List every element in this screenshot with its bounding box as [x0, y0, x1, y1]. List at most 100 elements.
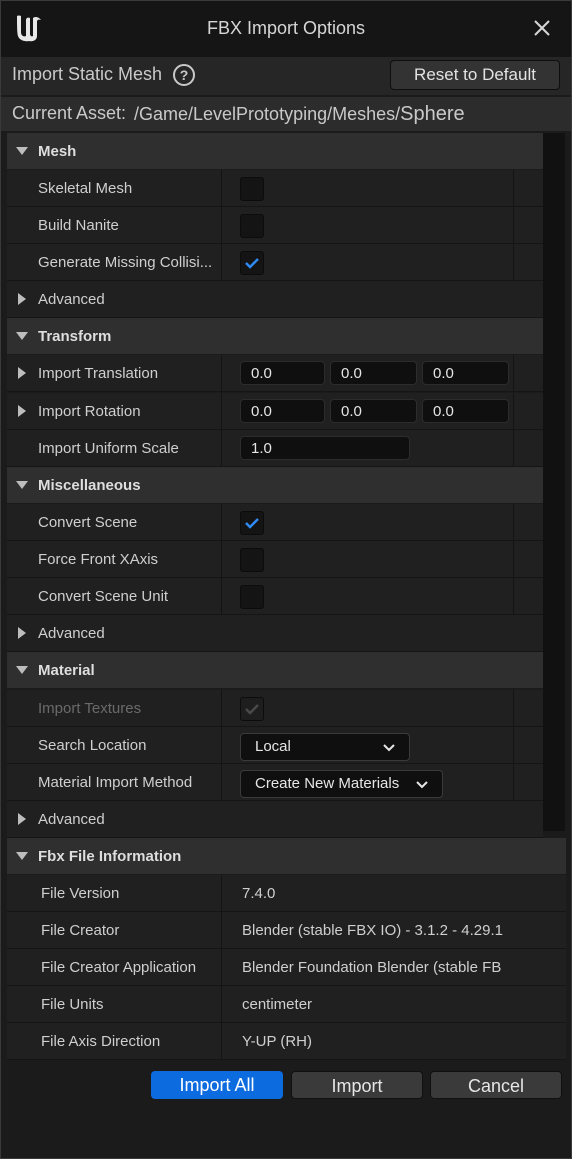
row-mesh-advanced[interactable]: Advanced: [7, 281, 543, 318]
uniform-scale-input[interactable]: 1.0: [240, 436, 410, 460]
row-import-rotation: Import Rotation 0.0 0.0 0.0: [7, 393, 543, 430]
info-label: File Units: [41, 996, 104, 1013]
info-label: File Creator Application: [41, 959, 197, 976]
reset-to-default-button[interactable]: Reset to Default: [390, 60, 560, 90]
section-material[interactable]: Material: [7, 652, 543, 688]
expand-arrow-icon[interactable]: [18, 813, 26, 825]
info-value: Blender Foundation Blender (stable FB: [242, 959, 502, 976]
info-label: File Axis Direction: [41, 1033, 161, 1050]
import-all-button[interactable]: Import All: [151, 1071, 283, 1099]
info-value: centimeter: [242, 996, 313, 1013]
row-import-uniform-scale: Import Uniform Scale 1.0: [7, 430, 543, 467]
asset-name: Sphere: [400, 103, 465, 125]
rotation-z-input[interactable]: 0.0: [422, 399, 509, 423]
row-import-translation: Import Translation 0.0 0.0 0.0: [7, 355, 543, 392]
skeletal-mesh-checkbox[interactable]: [240, 177, 264, 201]
material-import-method-dropdown[interactable]: Create New Materials: [240, 770, 443, 798]
info-value: Y-UP (RH): [242, 1033, 313, 1050]
checkmark-icon: [245, 704, 259, 715]
collapse-arrow-icon[interactable]: [16, 147, 28, 155]
translation-x-input[interactable]: 0.0: [240, 361, 325, 385]
section-title: Miscellaneous: [38, 477, 141, 494]
help-icon[interactable]: ?: [173, 64, 195, 86]
import-button[interactable]: Import: [291, 1071, 423, 1099]
info-label: File Creator: [41, 922, 120, 939]
row-misc-advanced[interactable]: Advanced: [7, 615, 543, 652]
row-material-import-method: Material Import Method Create New Materi…: [7, 764, 543, 801]
convert-scene-unit-checkbox[interactable]: [240, 585, 264, 609]
row-force-front-xaxis: Force Front XAxis: [7, 541, 543, 578]
row-import-textures: Import Textures: [7, 690, 543, 727]
collapse-arrow-icon[interactable]: [16, 852, 28, 860]
info-value: 7.4.0: [242, 885, 276, 902]
collapse-arrow-icon[interactable]: [16, 666, 28, 674]
details-scrollbar[interactable]: [543, 133, 565, 831]
convert-scene-checkbox[interactable]: [240, 511, 264, 535]
row-search-location: Search Location Local: [7, 727, 543, 764]
cancel-button[interactable]: Cancel: [430, 1071, 562, 1099]
property-label: Search Location: [38, 737, 147, 754]
chevron-down-icon: [416, 781, 428, 789]
expand-arrow-icon[interactable]: [18, 367, 26, 379]
rotation-y-input[interactable]: 0.0: [330, 399, 417, 423]
import-type-label: Import Static Mesh: [12, 64, 163, 84]
property-label: Force Front XAxis: [38, 551, 159, 568]
section-mesh[interactable]: Mesh: [7, 133, 543, 169]
info-row-file-version: File Version 7.4.0: [7, 875, 566, 912]
generate-missing-collision-checkbox[interactable]: [240, 251, 264, 275]
expand-arrow-icon[interactable]: [18, 405, 26, 417]
rotation-x-input[interactable]: 0.0: [240, 399, 325, 423]
title-bar[interactable]: FBX Import Options: [1, 1, 571, 57]
section-miscellaneous[interactable]: Miscellaneous: [7, 467, 543, 503]
property-label: Build Nanite: [38, 217, 119, 234]
section-title: Fbx File Information: [38, 848, 182, 865]
row-convert-scene: Convert Scene: [7, 504, 543, 541]
section-title: Mesh: [38, 143, 77, 160]
checkmark-icon: [245, 258, 259, 269]
section-transform[interactable]: Transform: [7, 318, 543, 354]
expand-arrow-icon[interactable]: [18, 627, 26, 639]
chevron-down-icon: [383, 744, 395, 752]
translation-z-input[interactable]: 0.0: [422, 361, 509, 385]
property-label: Import Textures: [38, 700, 142, 717]
row-convert-scene-unit: Convert Scene Unit: [7, 578, 543, 615]
import-textures-checkbox: [240, 697, 264, 721]
row-material-advanced[interactable]: Advanced: [7, 801, 543, 838]
property-label: Import Rotation: [38, 403, 141, 420]
translation-y-input[interactable]: 0.0: [330, 361, 417, 385]
row-skeletal-mesh: Skeletal Mesh: [7, 170, 543, 207]
collapse-arrow-icon[interactable]: [16, 481, 28, 489]
property-label: Skeletal Mesh: [38, 180, 133, 197]
info-row-file-units: File Units centimeter: [7, 986, 566, 1023]
property-label: Convert Scene: [38, 514, 138, 531]
checkmark-icon: [245, 518, 259, 529]
search-location-dropdown[interactable]: Local: [240, 733, 410, 761]
expand-arrow-icon[interactable]: [18, 293, 26, 305]
current-asset-bar: Current Asset: /Game/LevelPrototyping/Me…: [1, 97, 571, 131]
row-generate-missing-collision: Generate Missing Collisi...: [7, 244, 543, 281]
property-label: Material Import Method: [38, 774, 193, 791]
build-nanite-checkbox[interactable]: [240, 214, 264, 238]
info-value: Blender (stable FBX IO) - 3.1.2 - 4.29.1: [242, 922, 503, 939]
property-label: Import Translation: [38, 365, 159, 382]
info-row-file-creator: File Creator Blender (stable FBX IO) - 3…: [7, 912, 566, 949]
section-title: Transform: [38, 328, 112, 345]
advanced-label: Advanced: [38, 291, 105, 308]
collapse-arrow-icon[interactable]: [16, 332, 28, 340]
current-asset-path: /Game/LevelPrototyping/Meshes/Sphere: [134, 103, 465, 126]
window-title: FBX Import Options: [206, 18, 366, 38]
advanced-label: Advanced: [38, 811, 105, 828]
import-type-bar: Import Static Mesh ? Reset to Default: [1, 57, 571, 95]
force-front-xaxis-checkbox[interactable]: [240, 548, 264, 572]
info-label: File Version: [41, 885, 120, 902]
property-label: Convert Scene Unit: [38, 588, 169, 605]
advanced-label: Advanced: [38, 625, 105, 642]
row-build-nanite: Build Nanite: [7, 207, 543, 244]
section-title: Material: [38, 662, 95, 679]
section-fbx-file-information[interactable]: Fbx File Information: [7, 838, 566, 874]
dropdown-value: Create New Materials: [255, 775, 400, 792]
property-label: Generate Missing Collisi...: [38, 254, 213, 271]
info-row-file-axis-direction: File Axis Direction Y-UP (RH): [7, 1023, 566, 1060]
info-row-file-creator-application: File Creator Application Blender Foundat…: [7, 949, 566, 986]
close-icon[interactable]: [533, 19, 551, 37]
